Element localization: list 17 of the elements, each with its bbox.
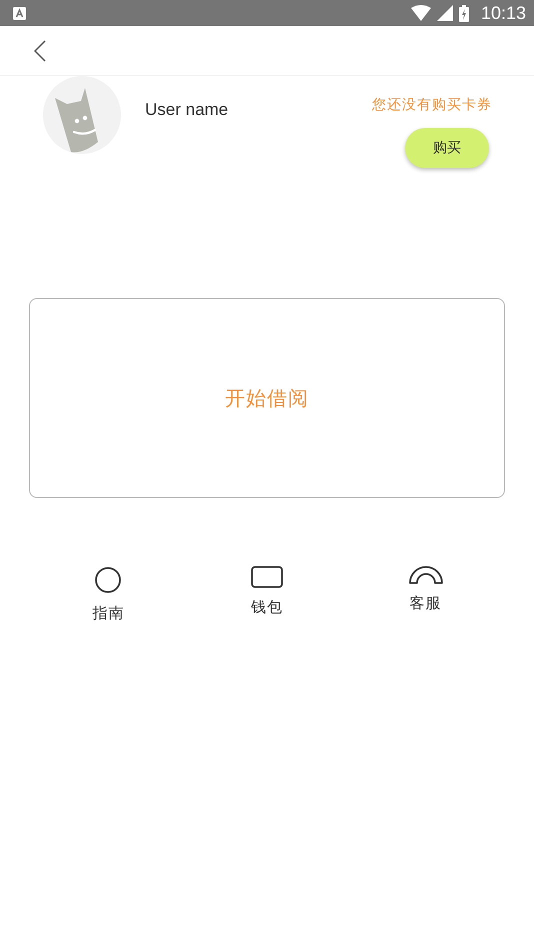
shortcut-label: 指南: [92, 604, 124, 623]
notification-icon: [13, 6, 26, 20]
buy-button[interactable]: 购买: [405, 128, 489, 168]
arch-icon: [408, 566, 443, 584]
no-coupon-notice: 您还没有购买卡券: [372, 96, 492, 114]
shortcut-label: 钱包: [251, 598, 283, 617]
user-name: User name: [145, 100, 228, 120]
battery-icon: [458, 4, 469, 22]
shortcut-item[interactable]: 客服: [346, 566, 506, 623]
rectangle-icon: [251, 566, 283, 588]
shortcut-item[interactable]: 钱包: [188, 566, 346, 623]
signal-icon: [436, 5, 453, 21]
wifi-icon: [410, 5, 431, 21]
shortcut-item[interactable]: 指南: [29, 566, 188, 623]
shortcut-label: 客服: [410, 594, 442, 613]
status-time: 10:13: [480, 2, 526, 24]
circle-icon: [94, 566, 122, 594]
